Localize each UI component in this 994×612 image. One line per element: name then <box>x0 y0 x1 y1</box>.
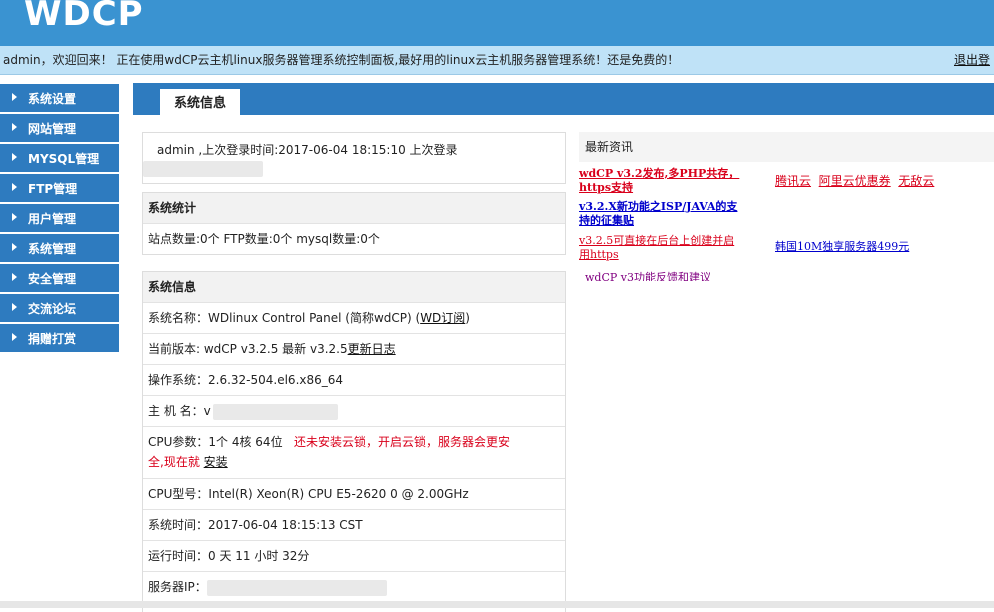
redacted-login-ip <box>143 161 263 177</box>
tab-system-info[interactable]: 系统信息 <box>160 89 240 117</box>
ad-link-wudi-cloud[interactable]: 无敌云 <box>898 174 934 188</box>
news-ad-links: 腾讯云 阿里云优惠券 无敌云 <box>775 174 934 188</box>
tab-bar: 系统信息 <box>133 83 994 117</box>
system-info-panel: 系统信息 系统名称：WDlinux Control Panel (简称wdCP)… <box>142 271 566 612</box>
sidebar: 系统设置 网站管理 MYSQL管理 FTP管理 用户管理 系统管理 安全管理 交… <box>0 84 119 354</box>
sidebar-item-mysql-management[interactable]: MYSQL管理 <box>0 144 119 172</box>
arrow-right-icon <box>12 333 17 341</box>
arrow-right-icon <box>12 303 17 311</box>
redacted-server-ip <box>206 579 387 596</box>
sidebar-item-forum[interactable]: 交流论坛 <box>0 294 119 322</box>
logout-link[interactable]: 退出登 <box>954 46 990 74</box>
system-name-row: 系统名称：WDlinux Control Panel (简称wdCP) (WD订… <box>143 303 565 334</box>
horizontal-scrollbar[interactable] <box>0 601 994 608</box>
arrow-right-icon <box>12 183 17 191</box>
arrow-right-icon <box>12 213 17 221</box>
cpu-params-row: CPU参数：1个 4核 64位 还未安装云锁，开启云锁，服务器会更安 全,现在就… <box>143 427 565 479</box>
sidebar-item-site-management[interactable]: 网站管理 <box>0 114 119 142</box>
ad-link-aliyun-coupon[interactable]: 阿里云优惠券 <box>819 174 891 188</box>
news-item-3[interactable]: v3.2.5可直接在后台上创建并启 用https <box>579 234 771 262</box>
welcome-message: admin，欢迎回来！ 正在使用wdCP云主机linux服务器管理系统控制面板,… <box>3 53 680 67</box>
sidebar-item-donate[interactable]: 捐赠打赏 <box>0 324 119 352</box>
sidebar-item-ftp-management[interactable]: FTP管理 <box>0 174 119 202</box>
ad-link-tencent-cloud[interactable]: 腾讯云 <box>775 174 811 188</box>
sidebar-item-system-settings[interactable]: 系统设置 <box>0 84 119 112</box>
arrow-right-icon <box>12 93 17 101</box>
arrow-right-icon <box>12 273 17 281</box>
news-heading: 最新资讯 <box>579 132 994 162</box>
wd-subscribe-link[interactable]: WD订阅 <box>420 311 465 325</box>
sidebar-item-user-management[interactable]: 用户管理 <box>0 204 119 232</box>
news-ad-korea[interactable]: 韩国10M独享服务器499元 <box>775 240 909 254</box>
sidebar-item-system-management[interactable]: 系统管理 <box>0 234 119 262</box>
welcome-bar: admin，欢迎回来！ 正在使用wdCP云主机linux服务器管理系统控制面板,… <box>0 46 994 75</box>
install-link[interactable]: 安装 <box>204 455 228 469</box>
cpu-model-row: CPU型号：Intel(R) Xeon(R) CPU E5-2620 0 @ 2… <box>143 479 565 510</box>
arrow-right-icon <box>12 153 17 161</box>
changelog-link[interactable]: 更新日志 <box>348 342 396 356</box>
system-info-heading: 系统信息 <box>143 272 565 303</box>
yunsuo-warning: 还未安装云锁，开启云锁，服务器会更安 <box>294 435 511 449</box>
stats-panel: 系统统计 站点数量:0个 FTP数量:0个 mysql数量:0个 <box>142 192 566 255</box>
last-login-text: admin ,上次登录时间:2017-06-04 18:15:10 上次登录 <box>157 143 458 157</box>
login-info-panel: admin ,上次登录时间:2017-06-04 18:15:10 上次登录 <box>142 132 566 184</box>
stats-counts: 站点数量:0个 FTP数量:0个 mysql数量:0个 <box>148 232 380 246</box>
news-item-2[interactable]: v3.2.X新功能之ISP/JAVA的支 持的征集贴 <box>579 200 769 228</box>
uptime-row: 运行时间：0 天 11 小时 32分 <box>143 541 565 572</box>
server-ip-row: 服务器IP： <box>143 572 565 603</box>
os-row: 操作系统：2.6.32-504.el6.x86_64 <box>143 365 565 396</box>
wdcp-logo: WDCP <box>24 0 144 34</box>
arrow-right-icon <box>12 123 17 131</box>
stats-heading: 系统统计 <box>143 193 565 224</box>
arrow-right-icon <box>12 243 17 251</box>
hostname-row: 主 机 名：v <box>143 396 565 427</box>
news-item-4[interactable]: wdCP v3功能反馈和建议 <box>585 271 775 281</box>
header-bar: WDCP <box>0 0 994 46</box>
redacted-hostname <box>212 403 338 420</box>
system-time-row: 系统时间：2017-06-04 18:15:13 CST <box>143 510 565 541</box>
sidebar-item-security-management[interactable]: 安全管理 <box>0 264 119 292</box>
news-item-1[interactable]: wdCP v3.2发布,多PHP共存， https支持 <box>579 167 769 195</box>
version-row: 当前版本: wdCP v3.2.5 最新 v3.2.5更新日志 <box>143 334 565 365</box>
